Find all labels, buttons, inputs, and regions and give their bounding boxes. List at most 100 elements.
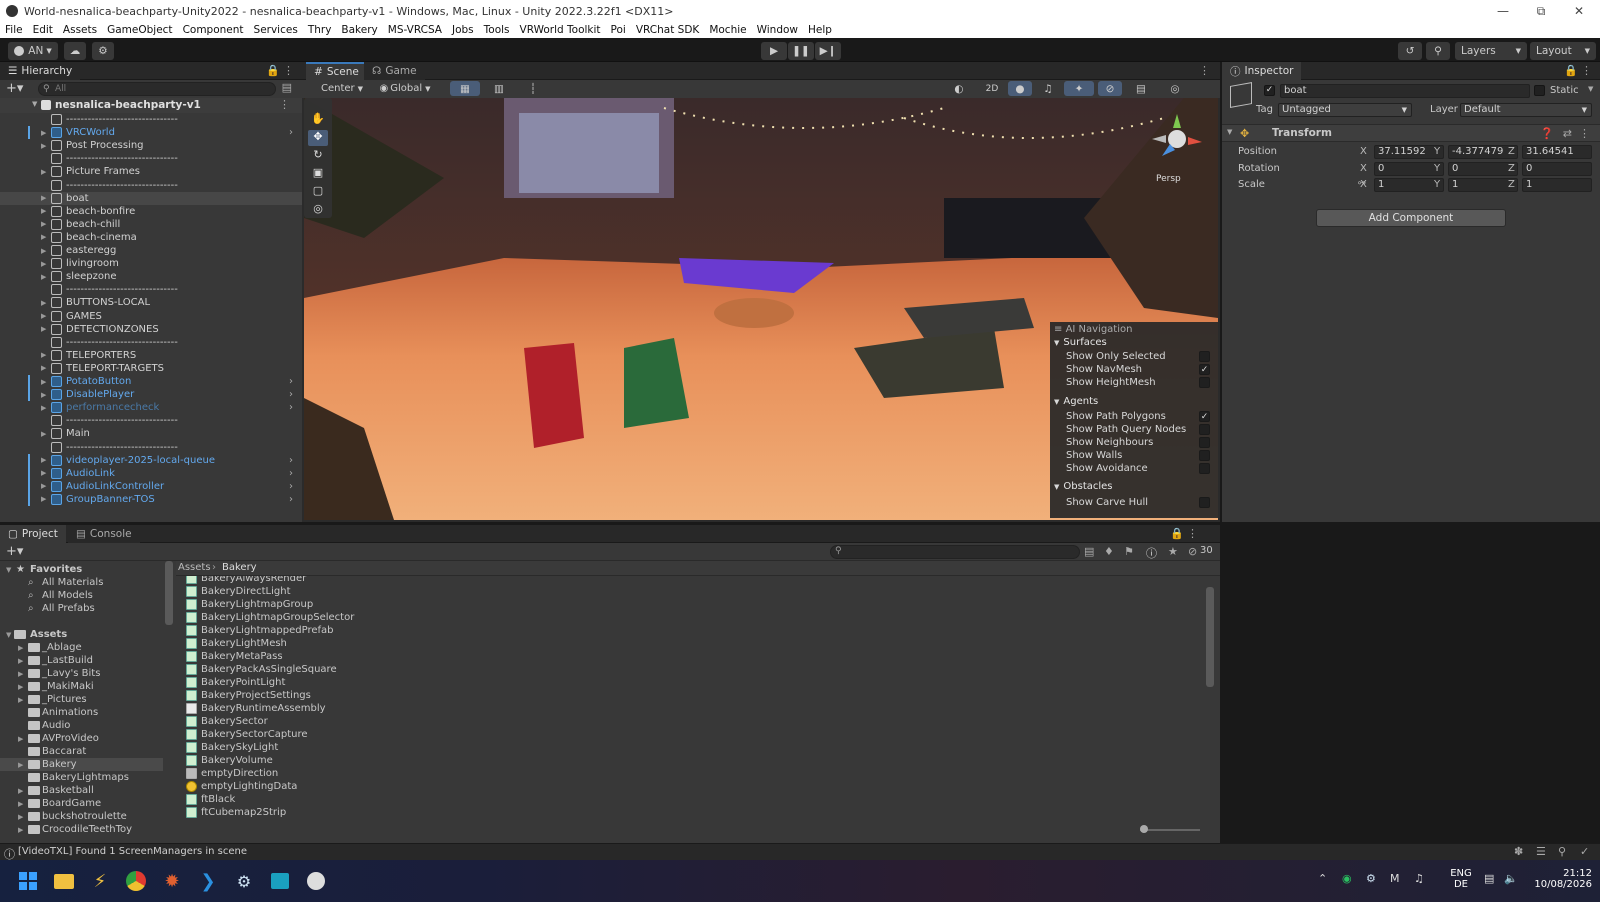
hierarchy-item[interactable]: ▶ VRCWorld › (0, 126, 302, 140)
expand-arrow-icon[interactable]: ▶ (41, 299, 46, 307)
file-item[interactable]: BakeryVolume (186, 754, 273, 767)
stack-icon[interactable]: ☰ (1536, 845, 1546, 858)
nav-option-checkbox[interactable] (1199, 437, 1210, 448)
taskbar-explorer[interactable] (52, 869, 76, 893)
file-item[interactable]: BakerySkyLight (186, 741, 278, 754)
hierarchy-item[interactable]: ▶ GAMES (0, 310, 302, 323)
nav-section-surfaces[interactable]: ▼ Surfaces (1054, 336, 1107, 349)
file-item[interactable]: BakeryMetaPass (186, 650, 283, 663)
play-button[interactable]: ▶ (761, 42, 787, 60)
input-language[interactable]: ENG DE (1446, 868, 1476, 890)
menu-item-file[interactable]: File (0, 24, 28, 36)
help-icon[interactable]: ❓ (1540, 127, 1554, 140)
tab-scene[interactable]: # Scene (306, 62, 367, 80)
expand-arrow-icon[interactable]: ▶ (41, 391, 46, 399)
menu-item-gameobject[interactable]: GameObject (102, 24, 177, 36)
taskbar-chrome[interactable] (124, 869, 148, 893)
menu-item-services[interactable]: Services (249, 24, 303, 36)
file-item[interactable]: ftBlack (186, 793, 235, 806)
more-icon[interactable]: ⋮ (283, 64, 294, 77)
chevron-right-icon[interactable]: › (289, 127, 293, 138)
hierarchy-item[interactable]: ▶ DisablePlayer › (0, 388, 302, 402)
taskbar-vscode[interactable]: ❯ (196, 869, 220, 893)
file-item[interactable]: emptyLightingData (186, 780, 297, 793)
expand-arrow-icon[interactable]: ▼ (1054, 398, 1059, 406)
expand-arrow-icon[interactable]: ▶ (41, 168, 46, 176)
expand-arrow-icon[interactable]: ▶ (41, 325, 46, 333)
account-button[interactable]: AN ▼ (8, 42, 58, 60)
search-button[interactable]: ⚲ (1426, 42, 1450, 60)
file-item[interactable]: BakeryLightmapGroup (186, 598, 313, 611)
layer-dropdown[interactable]: Default ▼ (1460, 103, 1592, 117)
expand-arrow-icon[interactable]: ▶ (41, 364, 46, 372)
hierarchy-item[interactable]: ------------------------------- (0, 113, 302, 126)
tab-project[interactable]: ▢ Project (0, 525, 66, 543)
file-scrollbar[interactable] (1206, 587, 1214, 687)
expand-arrow-icon[interactable]: ▶ (41, 260, 46, 268)
layers-dropdown[interactable]: Layers ▼ (1455, 42, 1527, 60)
menu-item-jobs[interactable]: Jobs (447, 24, 479, 36)
steam-tray-icon[interactable]: ⚙ (1366, 872, 1376, 885)
menu-item-component[interactable]: Component (178, 24, 249, 36)
hierarchy-item[interactable]: ▶ easteregg (0, 244, 302, 257)
chevron-right-icon[interactable]: › (289, 376, 293, 387)
hierarchy-item[interactable]: ------------------------------- (0, 283, 302, 296)
volume-icon[interactable]: 🔈 (1504, 872, 1518, 885)
menu-item-thry[interactable]: Thry (303, 24, 337, 36)
hierarchy-item[interactable]: ▶ beach-bonfire (0, 205, 302, 218)
hierarchy-item[interactable]: ▶ GroupBanner-TOS › (0, 492, 302, 506)
add-component-button[interactable]: Add Component (1316, 209, 1506, 227)
hierarchy-item[interactable]: ▶ BUTTONS-LOCAL (0, 296, 302, 309)
file-item[interactable]: BakeryLightmappedPrefab (186, 624, 334, 637)
expand-arrow-icon[interactable]: ▶ (41, 247, 46, 255)
progress-icon[interactable]: ✓ (1580, 845, 1589, 858)
grid-snap-button[interactable]: ▦ (450, 81, 480, 96)
hierarchy-search-input[interactable]: ⚲ All (38, 82, 276, 96)
hierarchy-item[interactable]: ▶ videoplayer-2025-local-queue › (0, 453, 302, 467)
tab-inspector[interactable]: ⓘ Inspector (1222, 62, 1302, 80)
add-button[interactable]: +▾ (6, 544, 23, 559)
expand-arrow-icon[interactable]: ▼ (1054, 483, 1059, 491)
file-item[interactable]: BakeryPointLight (186, 676, 285, 689)
hand-tool-button[interactable]: ✋ (308, 112, 328, 128)
rotate-tool-button[interactable]: ↻ (308, 148, 328, 164)
hierarchy-item[interactable]: ▶ performancecheck › (0, 401, 302, 414)
camera-dropdown[interactable]: ▤ (1126, 81, 1156, 96)
taskbar-app-bolt[interactable]: ⚡ (88, 869, 112, 893)
expand-arrow-icon[interactable]: ▼ (6, 566, 11, 574)
file-item[interactable]: BakerySectorCapture (186, 728, 308, 741)
nav-option-checkbox[interactable]: ✓ (1199, 411, 1210, 422)
collab-button[interactable]: ⚙ (92, 42, 114, 60)
pause-button[interactable]: ❚❚ (788, 42, 814, 60)
more-icon[interactable]: ⋮ (1581, 64, 1592, 77)
slider-handle[interactable] (1140, 825, 1148, 833)
microphone-icon[interactable]: ♫ (1414, 872, 1424, 885)
expand-arrow-icon[interactable]: ▶ (41, 482, 46, 490)
file-item[interactable]: emptyDirection (186, 767, 278, 780)
menu-item-bakery[interactable]: Bakery (336, 24, 382, 36)
hierarchy-item[interactable]: ▶ DETECTIONZONES (0, 323, 302, 336)
filter-icon[interactable]: ▤ (282, 81, 292, 94)
expand-arrow-icon[interactable]: ▶ (41, 129, 46, 137)
network-icon[interactable]: ▤ (1484, 872, 1494, 885)
expand-arrow-icon[interactable]: ▼ (1054, 339, 1059, 347)
scale-z-field[interactable]: 1 (1522, 178, 1592, 192)
clock[interactable]: 21:12 10/08/2026 (1526, 868, 1592, 890)
rotation-z-field[interactable]: 0 (1522, 161, 1592, 176)
object-name-field[interactable]: boat (1280, 84, 1530, 98)
expand-arrow-icon[interactable]: ▶ (41, 312, 46, 320)
file-item[interactable]: BakeryLightmapGroupSelector (186, 611, 354, 624)
chevron-right-icon[interactable]: › (289, 468, 293, 479)
effects-dropdown[interactable]: ✦ (1064, 81, 1094, 96)
close-button[interactable]: ✕ (1560, 0, 1598, 22)
file-item[interactable]: BakeryPackAsSingleSquare (186, 663, 337, 676)
hierarchy-item[interactable]: ------------------------------- (0, 152, 302, 165)
preset-icon[interactable]: ⇄ (1563, 127, 1572, 140)
hierarchy-item[interactable]: ▶ TELEPORT-TARGETS (0, 362, 302, 375)
expand-arrow-icon[interactable]: ▼ (32, 100, 37, 108)
hierarchy-item[interactable]: ▶ PotatoButton › (0, 375, 302, 388)
hierarchy-item[interactable]: ▶ boat (0, 191, 302, 205)
hierarchy-item[interactable]: ▶ sleepzone (0, 270, 302, 283)
menu-item-poi[interactable]: Poi (606, 24, 631, 36)
expand-arrow-icon[interactable]: ▶ (41, 378, 46, 386)
